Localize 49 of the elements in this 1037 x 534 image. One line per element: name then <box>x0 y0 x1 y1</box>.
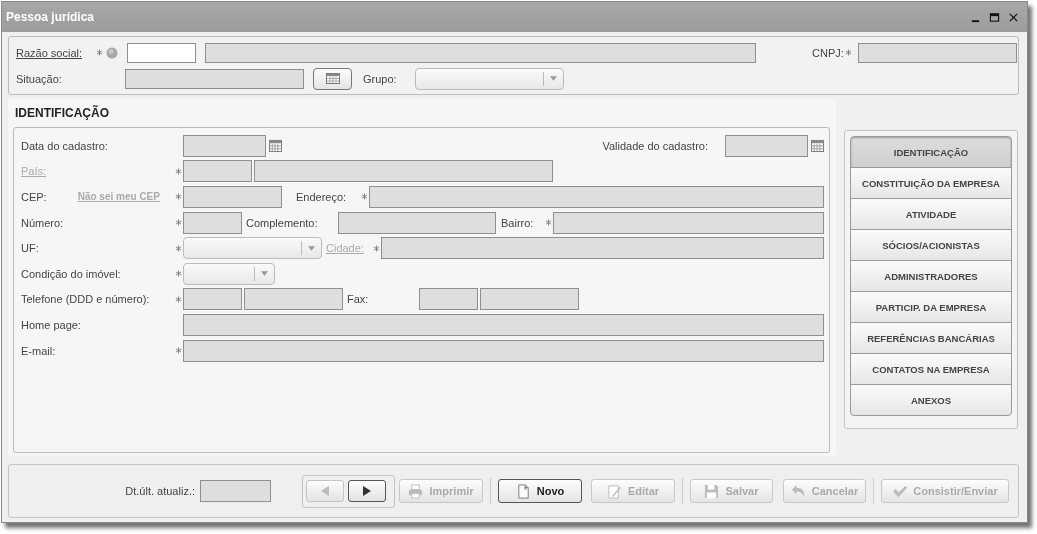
field-label: Situação: <box>16 72 63 85</box>
right-arrow-icon <box>363 486 371 496</box>
field-label: UF: <box>21 242 40 255</box>
section-title: IDENTIFICAÇÃO <box>14 105 110 122</box>
calendar-icon[interactable] <box>811 139 824 153</box>
window-title: Pessoa jurídica <box>6 10 95 24</box>
section-tab[interactable]: ANEXOS <box>850 384 1012 416</box>
field-label: Grupo: <box>363 72 398 85</box>
section-tab[interactable]: ADMINISTRADORES <box>850 260 1012 292</box>
field-link[interactable]: Razão social: <box>16 46 94 59</box>
checkmark-icon <box>892 483 908 499</box>
text-field[interactable] <box>127 42 196 63</box>
undo-arrow-icon <box>790 483 806 499</box>
new-button[interactable]: Novo <box>498 479 582 503</box>
field-label: CNPJ: <box>812 46 844 59</box>
field-label: CEP: <box>21 191 47 203</box>
calendar-button[interactable] <box>313 67 352 90</box>
close-icon[interactable] <box>1008 11 1019 23</box>
document-icon <box>515 483 531 499</box>
field-label: Data do cadastro: <box>21 139 109 152</box>
field-label: Bairro: <box>501 216 535 229</box>
field-label: Condição do imóvel: <box>21 267 122 280</box>
field-label: Validade do cadastro: <box>602 139 708 152</box>
field-label: Número: <box>21 216 65 229</box>
caret-icon <box>261 271 268 277</box>
field-label: Home page: <box>21 318 82 331</box>
section-tab[interactable]: IDENTIFICAÇÃO <box>850 136 1012 168</box>
section-tab[interactable]: CONSTITUIÇÃO DA EMPRESA <box>850 167 1012 199</box>
maximize-icon[interactable] <box>989 11 1000 23</box>
field-label: Telefone (DDD e número): <box>21 293 151 306</box>
field-label: Fax: <box>347 293 370 306</box>
help-icon[interactable] <box>106 46 118 59</box>
section-tab[interactable]: CONTATOS NA EMPRESA <box>850 353 1012 385</box>
caret-icon <box>308 245 315 251</box>
section-tab[interactable]: PARTICIP. DA EMPRESA <box>850 291 1012 323</box>
field-label: Dt.últ. atualiz.: <box>124 485 195 497</box>
caret-icon <box>550 76 557 81</box>
section-tab[interactable]: REFERÊNCIAS BANCÁRIAS <box>850 322 1012 354</box>
calendar-icon[interactable] <box>269 139 282 153</box>
section-tab[interactable]: ATIVIDADE <box>850 198 1012 230</box>
printer-icon <box>408 483 424 499</box>
calendar-icon <box>325 73 340 84</box>
section-tab[interactable]: SÓCIOS/ACIONISTAS <box>850 229 1012 261</box>
next-button[interactable] <box>348 480 386 502</box>
pencil-icon <box>606 483 622 499</box>
field-label: Endereço: <box>296 191 348 203</box>
field-label: Complemento: <box>246 216 319 229</box>
left-arrow-icon <box>321 486 329 496</box>
field-label: E-mail: <box>21 344 57 357</box>
